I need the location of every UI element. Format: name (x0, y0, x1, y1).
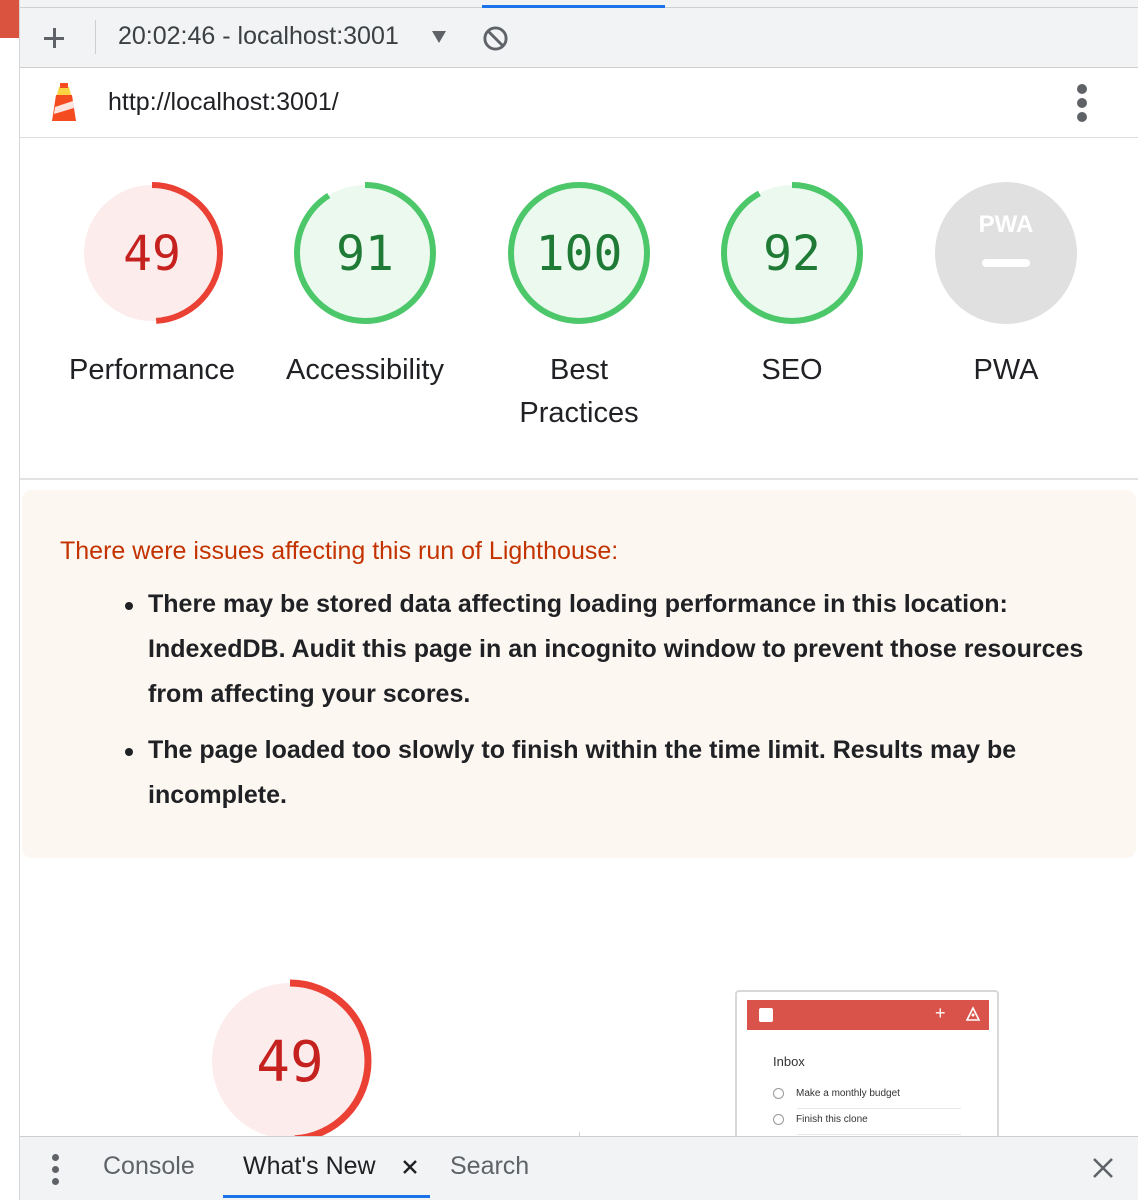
thumbnail-task-text: Finish this clone (796, 1114, 868, 1126)
pwa-gauge-badge: PWA (935, 182, 1077, 324)
thumbnail-task-text: Make a monthly budget (796, 1088, 900, 1100)
lighthouse-logo-icon (52, 83, 76, 121)
performance-label: Performance (68, 354, 235, 386)
best-practices-label-line2: Practices (519, 397, 639, 429)
run-warnings: There were issues affecting this run of … (22, 490, 1136, 858)
tab-console[interactable]: Console (103, 1152, 195, 1181)
close-drawer-icon[interactable] (1092, 1157, 1114, 1179)
report-url: http://localhost:3001/ (108, 88, 339, 116)
active-panel-indicator (482, 5, 665, 8)
devtools-drawer: Console What's New Search (20, 1136, 1138, 1200)
task-divider (797, 1134, 961, 1135)
caret-down-icon[interactable] (432, 31, 446, 43)
accessibility-label: Accessibility (286, 354, 444, 386)
thumbnail-app-header: + (747, 1000, 989, 1030)
plus-icon[interactable] (42, 26, 66, 50)
best-practices-label: Best Practices (484, 349, 674, 435)
best-practices-score: 100 (536, 226, 623, 282)
seo-label: SEO (761, 354, 823, 386)
clear-all-icon[interactable] (482, 25, 509, 52)
warnings-list: There may be stored data affecting loadi… (125, 582, 1108, 829)
left-panel-accent (0, 0, 19, 38)
thumbnail-inbox-title: Inbox (773, 1054, 805, 1069)
best-practices-label-line1: Best (549, 354, 609, 386)
thumbnail-task: Finish this clone (773, 1114, 868, 1125)
pwa-na-dash (982, 259, 1030, 267)
accessibility-score: 91 (336, 226, 394, 282)
seo-score: 92 (763, 226, 821, 282)
report-url-bar: http://localhost:3001/ (20, 68, 1138, 138)
active-tab-indicator (223, 1195, 430, 1198)
close-tab-icon[interactable] (402, 1159, 418, 1175)
seo-gauge-ring: 92 (721, 182, 863, 324)
drawer-menu-icon[interactable] (51, 1154, 61, 1186)
tab-whats-new[interactable]: What's New (243, 1152, 376, 1181)
gauge-seo[interactable]: 92 SEO (697, 180, 887, 392)
gauges-divider (20, 478, 1138, 480)
warnings-title: There were issues affecting this run of … (60, 537, 619, 565)
task-checkbox-icon (773, 1114, 784, 1125)
accessibility-gauge-ring: 91 (294, 182, 436, 324)
lighthouse-toolbar: 20:02:46 - localhost:3001 (20, 0, 1138, 68)
performance-section-score: 49 (256, 1030, 323, 1095)
app-logo-icon (759, 1008, 773, 1022)
gauge-pwa[interactable]: PWA PWA (911, 180, 1101, 392)
performance-gauge-ring: 49 (81, 182, 223, 324)
final-screenshot-thumbnail[interactable]: + Inbox Make a monthly budget Finish thi… (735, 990, 999, 1140)
task-checkbox-icon (773, 1088, 784, 1099)
task-divider (797, 1108, 961, 1109)
tab-search[interactable]: Search (450, 1152, 529, 1181)
gauge-performance[interactable]: 49 Performance (57, 180, 247, 392)
pizza-icon (965, 1006, 981, 1021)
best-practices-gauge-ring: 100 (508, 182, 650, 324)
warning-item: The page loaded too slowly to finish wit… (125, 728, 1108, 818)
more-options-icon[interactable] (1072, 84, 1092, 122)
gauge-accessibility[interactable]: 91 Accessibility (270, 180, 460, 392)
pwa-badge-text: PWA (979, 211, 1034, 238)
gauge-best-practices[interactable]: 100 Best Practices (484, 180, 674, 435)
add-task-icon: + (935, 1003, 946, 1023)
report-select[interactable]: 20:02:46 - localhost:3001 (118, 22, 399, 51)
thumbnail-task: Make a monthly budget (773, 1088, 900, 1099)
toolbar-divider (95, 20, 96, 54)
performance-score: 49 (123, 226, 181, 282)
performance-section-gauge: 49 (208, 979, 372, 1140)
pwa-label: PWA (973, 354, 1039, 386)
warning-item: There may be stored data affecting loadi… (125, 582, 1108, 717)
left-panel-edge (0, 0, 20, 1200)
